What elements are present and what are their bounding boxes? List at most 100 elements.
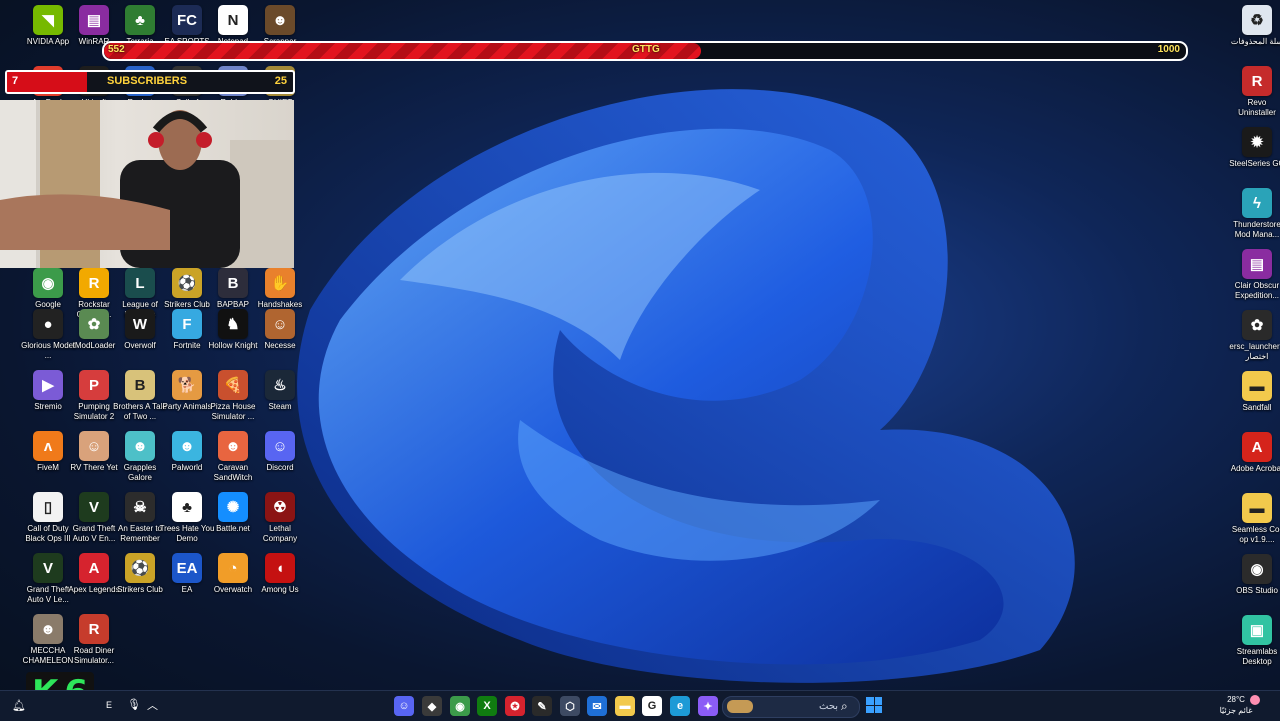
desktop-shortcut[interactable]: ● Glorious Model ...	[21, 309, 75, 361]
desktop-shortcut[interactable]: ☺ Discord	[257, 431, 303, 473]
google-taskbar-icon[interactable]: G	[642, 696, 662, 716]
desktop-shortcut[interactable]: R Road Diner Simulator...	[71, 614, 117, 666]
desktop-shortcut[interactable]: 🍕 Pizza House Simulator ...	[210, 370, 256, 422]
desktop-shortcut[interactable]: ☻ Grapples Galore	[117, 431, 163, 483]
chrome-icon: ◉	[33, 268, 63, 298]
desktop-shortcut[interactable]: ʌ FiveM	[25, 431, 71, 473]
fivem-icon: ʌ	[33, 431, 63, 461]
desktop-shortcut[interactable]: P Pumping Simulator 2	[71, 370, 117, 422]
desktop-shortcut[interactable]: ♻ سلة المحذوفات	[1231, 5, 1280, 47]
shortcut-label: Adobe Acrobat	[1230, 464, 1280, 473]
strikers-icon: ⚽	[125, 553, 155, 583]
copilot-taskbar-icon[interactable]: ✦	[698, 696, 718, 716]
desktop-shortcut[interactable]: ⚽ Strikers Club	[117, 553, 163, 595]
discord-icon: ☺	[265, 431, 295, 461]
desktop-shortcut[interactable]: ▬ Seamless Co-op v1.9....	[1232, 493, 1280, 545]
shortcut-label: Revo Uninstaller	[1238, 98, 1276, 117]
desktop-shortcut[interactable]: A Apex Legends	[68, 553, 120, 595]
game-taskbar-icon[interactable]: ◆	[422, 696, 442, 716]
desktop-shortcut[interactable]: ☺ RV There Yet	[70, 431, 118, 473]
desktop-shortcut[interactable]: ✺ Battle.net	[210, 492, 256, 534]
desktop-shortcut[interactable]: ◔ Overwatch	[210, 553, 256, 595]
shortcut-label: Streamlabs Desktop	[1236, 647, 1278, 666]
chrome-taskbar-icon[interactable]: ◉	[450, 696, 470, 716]
goal-title: GTTG	[632, 44, 660, 55]
shortcut-label: Seamless Co-op v1.9....	[1231, 525, 1280, 544]
desktop-shortcut[interactable]: A Adobe Acrobat	[1231, 432, 1280, 474]
desktop-shortcut[interactable]: ◥ NVIDIA App	[25, 5, 71, 47]
desktop-shortcut[interactable]: ◉ OBS Studio	[1234, 554, 1280, 596]
desktop-shortcut[interactable]: ϟ Thunderstore Mod Mana...	[1233, 188, 1280, 240]
chameleon-icon: ☻	[33, 614, 63, 644]
shortcut-label: Necesse	[264, 341, 296, 350]
strikers-icon: ⚽	[172, 268, 202, 298]
chevron-up-icon[interactable]: ︿	[147, 697, 158, 713]
explorer-taskbar-icon[interactable]: ▬	[615, 696, 635, 716]
palworld-icon: ☻	[172, 431, 202, 461]
necesse-icon: ☺	[265, 309, 295, 339]
discord-taskbar-icon[interactable]: ☺	[394, 696, 414, 716]
notification-bell-icon[interactable]: 🔔︎	[12, 699, 26, 712]
weather-text: غائم جزئيًا	[1219, 706, 1253, 715]
subscriber-goal-bar: 7 SUBSCRIBERS 25	[5, 70, 295, 94]
easter-icon: ☠	[125, 492, 155, 522]
steam-icon: ♨	[265, 370, 295, 400]
desktop-shortcut[interactable]: ▯ Call of Duty Black Ops III	[25, 492, 71, 544]
unity-taskbar-icon[interactable]: ✪	[505, 696, 525, 716]
desktop-shortcut[interactable]: ☻ MECCHA CHAMELEON	[23, 614, 73, 666]
language-indicator[interactable]: E	[106, 700, 112, 710]
lethal-icon: ☢	[265, 492, 295, 522]
mail-taskbar-icon[interactable]: ✉	[587, 696, 607, 716]
search-image-icon	[727, 700, 753, 713]
desktop-shortcut[interactable]: ☠ An Easter to Remember	[117, 492, 163, 544]
taskbar-search[interactable]: بحث ⌕	[722, 696, 860, 718]
pen-taskbar-icon[interactable]: ✎	[532, 696, 552, 716]
fortnite-icon: F	[172, 309, 202, 339]
desktop-shortcut[interactable]: ▶ Stremio	[25, 370, 71, 412]
battlenet-icon: ✺	[218, 492, 248, 522]
desktop-shortcut[interactable]: B BAPBAP	[210, 268, 256, 310]
desktop-shortcut[interactable]: ✿ tModLoader	[71, 309, 117, 351]
desktop-shortcut[interactable]: ✋ Handshakes	[257, 268, 303, 310]
desktop-shortcut[interactable]: ☻ Caravan SandWitch	[210, 431, 256, 483]
desktop-shortcut[interactable]: V Grand Theft Auto V Le...	[25, 553, 71, 605]
app-taskbar-icon[interactable]: ⬡	[560, 696, 580, 716]
microphone-icon[interactable]: 🎙︎	[127, 698, 141, 711]
desktop-shortcut[interactable]: R Revo Uninstaller	[1234, 66, 1280, 118]
hollow-knight-icon: ♞	[218, 309, 248, 339]
desktop-shortcut[interactable]: 🐕 Party Animals	[163, 370, 211, 412]
road-diner-icon: R	[79, 614, 109, 644]
desktop-shortcut[interactable]: ✹ SteelSeries GG	[1229, 127, 1280, 169]
desktop-shortcut[interactable]: ♣ Trees Hate You Demo	[160, 492, 214, 544]
desktop-shortcut[interactable]: ☺ Necesse	[257, 309, 303, 351]
desktop-shortcut[interactable]: ♞ Hollow Knight	[209, 309, 257, 351]
shortcut-label: سلة المحذوفات	[1230, 37, 1280, 46]
start-button[interactable]	[866, 697, 882, 713]
desktop-shortcut[interactable]: ☢ Lethal Company	[257, 492, 303, 544]
desktop-shortcut[interactable]: ♨ Steam	[257, 370, 303, 412]
xbox-taskbar-icon[interactable]: X	[477, 696, 497, 716]
desktop-shortcut[interactable]: ☻ Palworld	[164, 431, 210, 473]
desktop-shortcut[interactable]: ▬ Sandfall	[1234, 371, 1280, 413]
stream-goal-fill	[104, 43, 702, 59]
desktop-shortcut[interactable]: B Brothers A Tale of Two ...	[113, 370, 167, 422]
desktop-shortcut[interactable]: ▣ Streamlabs Desktop	[1234, 615, 1280, 667]
desktop-shortcut[interactable]: EA EA	[164, 553, 210, 595]
among-us-icon: ◖	[265, 553, 295, 583]
desktop-shortcut[interactable]: F Fortnite	[164, 309, 210, 351]
taskbar: 🔔︎ E 🎙︎ ︿ ☺ ◆ ◉ X ✪ ✎ ⬡ ✉ ▬ Ge ✦ بحث ⌕ 28°C غائم ج…	[0, 690, 1280, 721]
desktop-shortcut[interactable]: V Grand Theft Auto V En...	[71, 492, 117, 544]
shortcut-label: Road Diner Simulator...	[73, 646, 115, 665]
desktop-shortcut[interactable]: ▤ Clair Obscur Expedition...	[1234, 249, 1280, 301]
nvidia-icon: ◥	[33, 5, 63, 35]
terraria-icon: ♣	[125, 5, 155, 35]
gta-icon: V	[79, 492, 109, 522]
search-placeholder: بحث	[819, 701, 839, 712]
bapbap-icon: B	[218, 268, 248, 298]
acrobat-icon: A	[1242, 432, 1272, 462]
edge-taskbar-icon[interactable]: e	[670, 696, 690, 716]
desktop-shortcut[interactable]: W Overwolf	[117, 309, 163, 351]
desktop-shortcut[interactable]: ✿ ersc_launcher - اختصار	[1229, 310, 1280, 362]
trees-icon: ♣	[172, 492, 202, 522]
desktop-shortcut[interactable]: ◖ Among Us	[257, 553, 303, 595]
